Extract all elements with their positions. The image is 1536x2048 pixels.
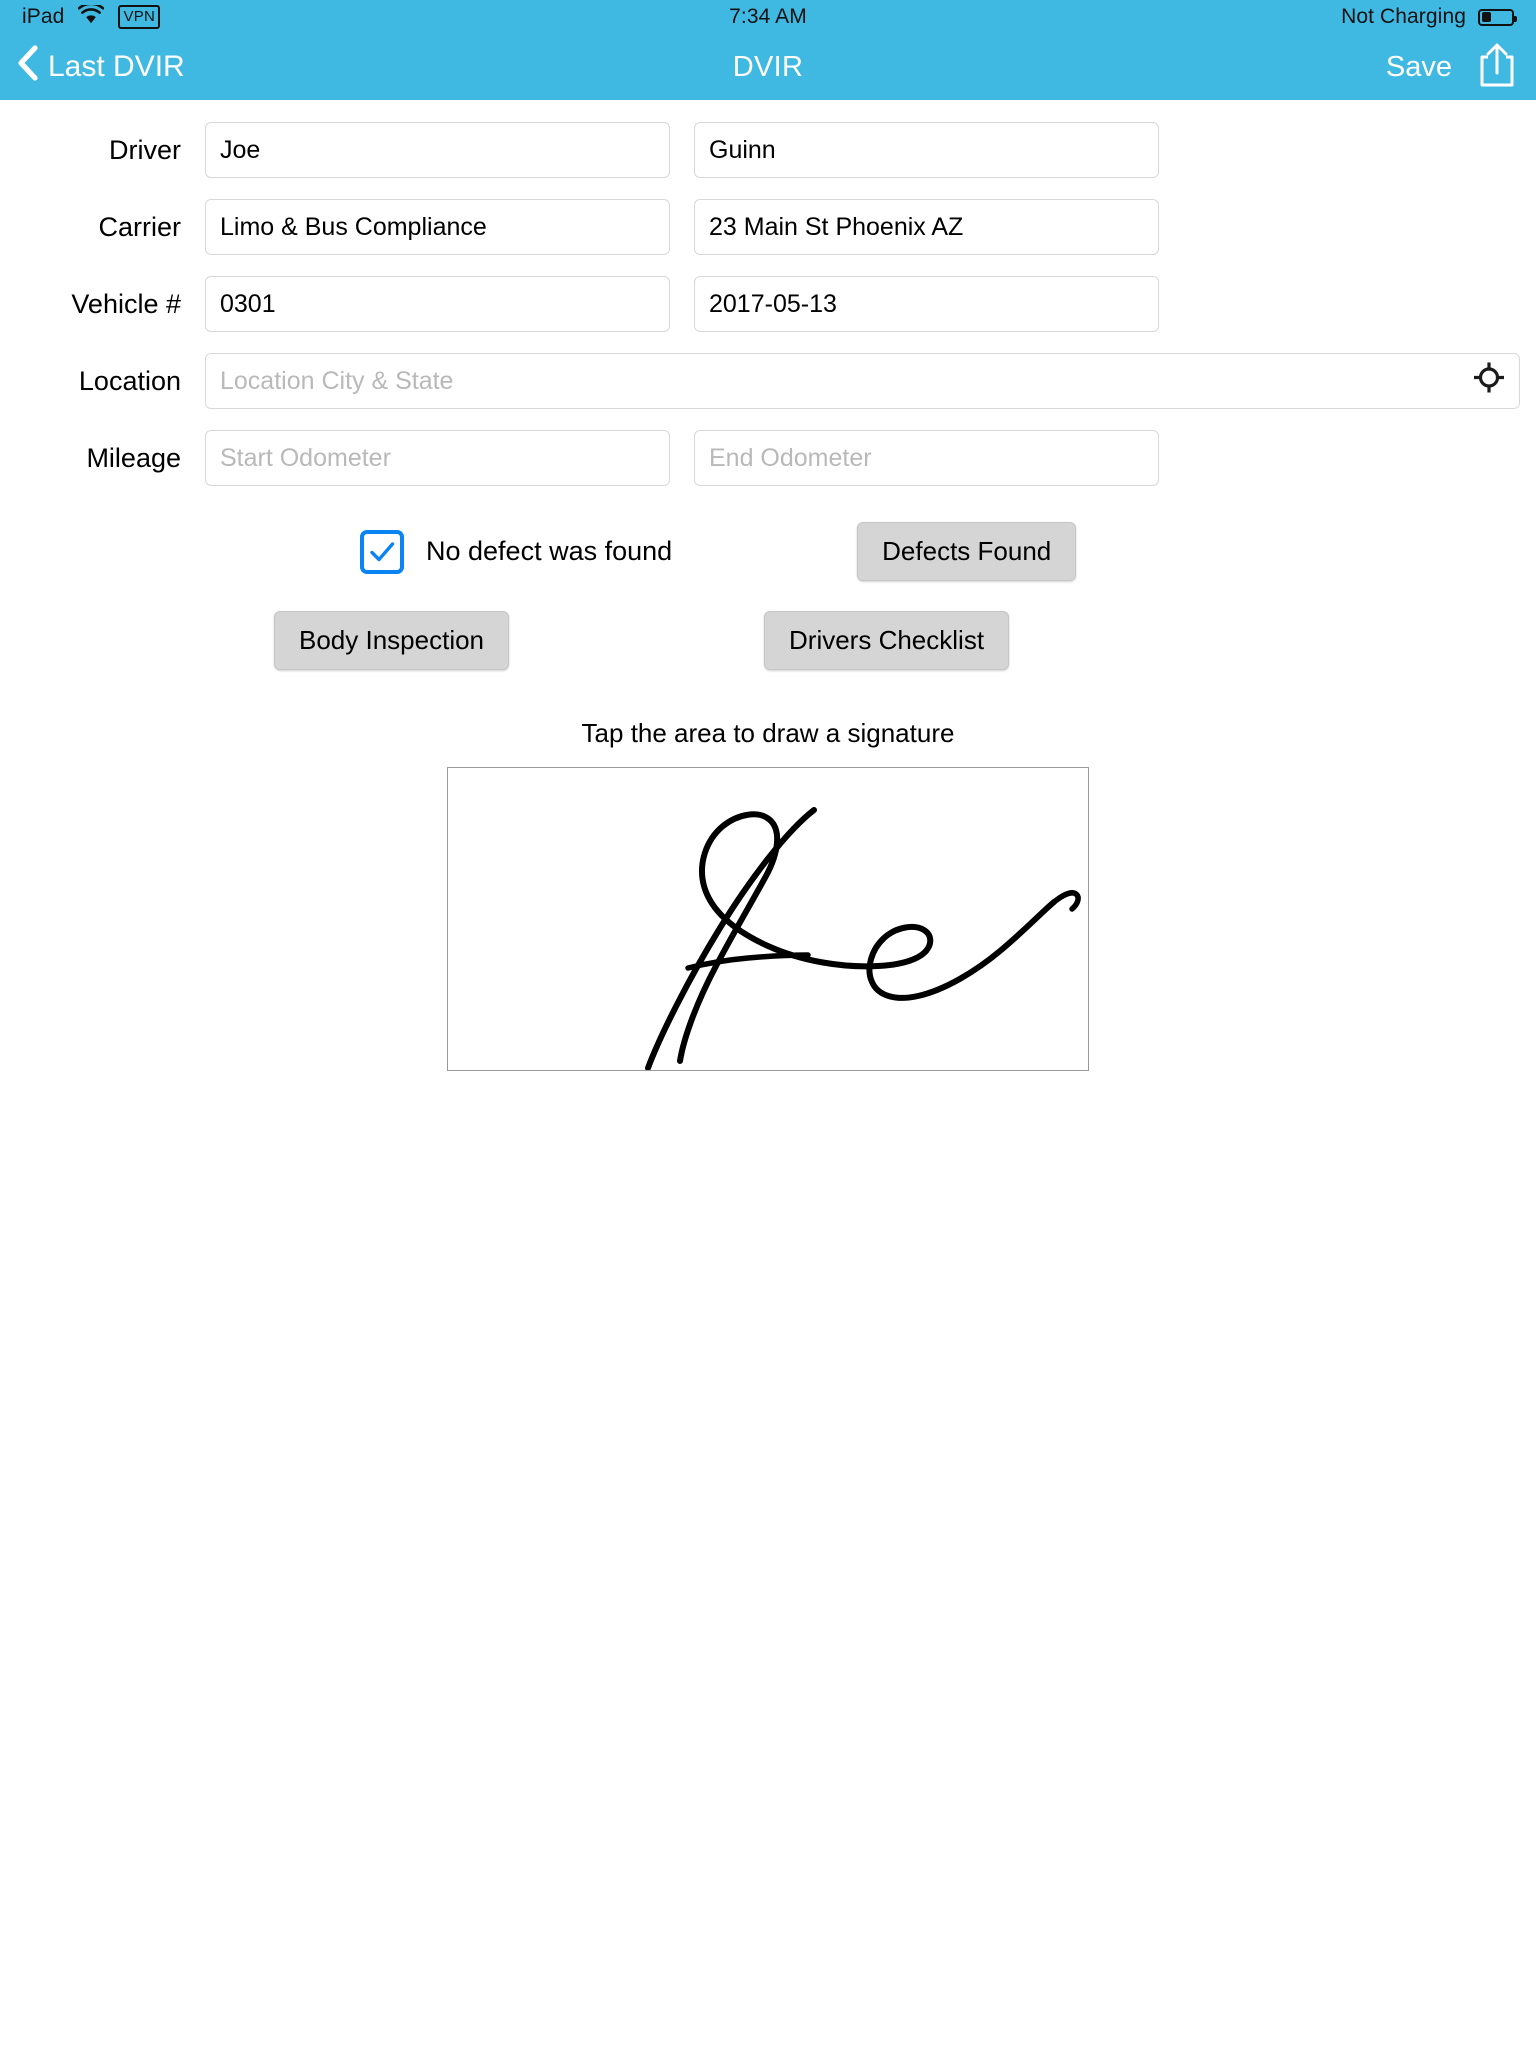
inspection-date-input[interactable]: 2017-05-13 (694, 276, 1159, 332)
form-row-mileage: Mileage Start Odometer End Odometer (0, 430, 1536, 486)
start-odometer-placeholder: Start Odometer (220, 443, 391, 472)
inspection-date-value: 2017-05-13 (709, 289, 837, 318)
driver-last-name-value: Guinn (709, 135, 776, 164)
form-row-carrier: Carrier Limo & Bus Compliance 23 Main St… (0, 199, 1536, 255)
carrier-label: Carrier (98, 211, 181, 242)
no-defect-checkbox[interactable] (360, 529, 404, 574)
status-bar-right: Not Charging (1341, 0, 1517, 34)
signature-canvas[interactable] (447, 767, 1089, 1071)
signature-caption: Tap the area to draw a signature (581, 718, 955, 748)
status-bar: iPad VPN 7:34 AM Not Charging (0, 0, 1536, 34)
end-odometer-input[interactable]: End Odometer (694, 430, 1159, 486)
share-icon[interactable] (1478, 42, 1516, 93)
save-button[interactable]: Save (1386, 51, 1452, 84)
carrier-address-value: 23 Main St Phoenix AZ (709, 212, 964, 241)
status-bar-clock: 7:34 AM (729, 5, 807, 28)
dvir-form: Driver Joe Guinn Carrier Limo & Bus Comp… (0, 100, 1536, 1071)
driver-first-name-input[interactable]: Joe (205, 122, 670, 178)
defect-controls-row: No defect was found Defects Found (0, 522, 1536, 581)
end-odometer-placeholder: End Odometer (709, 443, 872, 472)
checkmark-icon (370, 541, 395, 561)
drivers-checklist-button[interactable]: Drivers Checklist (764, 611, 1010, 670)
defects-found-button[interactable]: Defects Found (857, 522, 1077, 581)
battery-status-label: Not Charging (1341, 5, 1466, 28)
location-placeholder: Location City & State (220, 366, 454, 395)
vehicle-number-value: 0301 (220, 289, 276, 318)
gps-crosshair-icon[interactable] (1473, 362, 1505, 401)
carrier-name-value: Limo & Bus Compliance (220, 212, 487, 241)
driver-label: Driver (109, 134, 181, 165)
navigation-bar-actions: Save (1386, 42, 1516, 93)
page-title: DVIR (732, 50, 804, 83)
driver-last-name-input[interactable]: Guinn (694, 122, 1159, 178)
form-row-location: Location Location City & State (0, 353, 1536, 409)
no-defect-checkbox-group[interactable]: No defect was found (360, 529, 673, 574)
navigation-bar: Last DVIR DVIR Save (0, 34, 1536, 100)
start-odometer-input[interactable]: Start Odometer (205, 430, 670, 486)
vehicle-number-label: Vehicle # (71, 288, 181, 319)
battery-icon (1478, 8, 1517, 26)
vehicle-number-input[interactable]: 0301 (205, 276, 670, 332)
location-label: Location (78, 365, 181, 396)
mileage-label: Mileage (86, 442, 181, 473)
signature-drawing (645, 807, 1081, 1071)
no-defect-label: No defect was found (426, 536, 673, 566)
driver-first-name-value: Joe (220, 135, 261, 164)
carrier-name-input[interactable]: Limo & Bus Compliance (205, 199, 670, 255)
carrier-address-input[interactable]: 23 Main St Phoenix AZ (694, 199, 1159, 255)
inspection-buttons-row: Body Inspection Drivers Checklist (0, 611, 1536, 670)
body-inspection-button[interactable]: Body Inspection (274, 611, 510, 670)
battery-fill (1481, 12, 1492, 22)
form-row-vehicle: Vehicle # 0301 2017-05-13 (0, 276, 1536, 332)
form-row-driver: Driver Joe Guinn (0, 122, 1536, 178)
location-input[interactable]: Location City & State (205, 353, 1520, 409)
